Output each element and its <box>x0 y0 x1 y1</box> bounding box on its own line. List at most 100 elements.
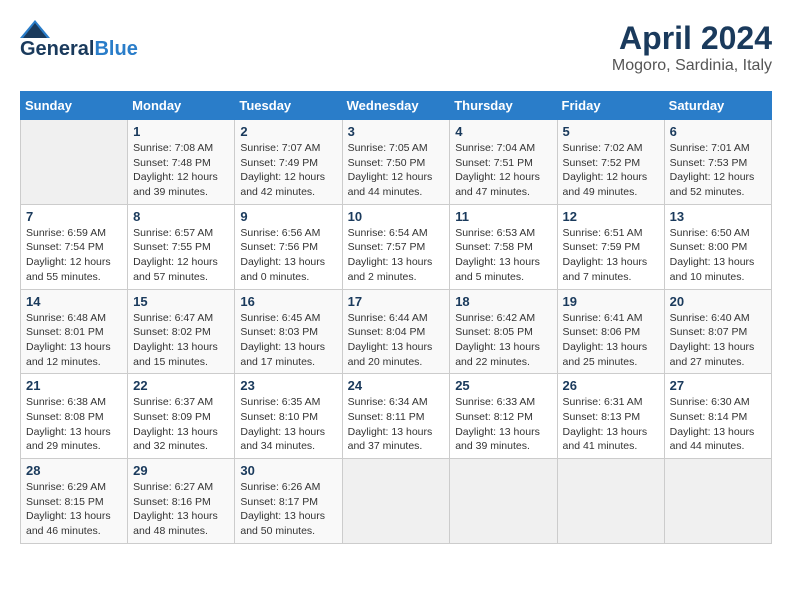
logo-blue: Blue <box>94 38 137 60</box>
calendar-header-row: SundayMondayTuesdayWednesdayThursdayFrid… <box>21 92 772 120</box>
day-number: 10 <box>348 209 445 224</box>
day-info: Sunrise: 6:59 AM Sunset: 7:54 PM Dayligh… <box>26 226 122 285</box>
day-number: 24 <box>348 378 445 393</box>
day-info: Sunrise: 6:50 AM Sunset: 8:00 PM Dayligh… <box>670 226 766 285</box>
day-info: Sunrise: 6:48 AM Sunset: 8:01 PM Dayligh… <box>26 311 122 370</box>
day-number: 30 <box>240 463 336 478</box>
column-header-wednesday: Wednesday <box>342 92 450 120</box>
day-number: 28 <box>26 463 122 478</box>
day-info: Sunrise: 6:45 AM Sunset: 8:03 PM Dayligh… <box>240 311 336 370</box>
day-number: 29 <box>133 463 229 478</box>
day-info: Sunrise: 6:26 AM Sunset: 8:17 PM Dayligh… <box>240 480 336 539</box>
day-number: 15 <box>133 294 229 309</box>
day-number: 19 <box>563 294 659 309</box>
day-number: 22 <box>133 378 229 393</box>
calendar-cell: 1 Sunrise: 7:08 AM Sunset: 7:48 PM Daylig… <box>128 120 235 205</box>
day-info: Sunrise: 7:07 AM Sunset: 7:49 PM Dayligh… <box>240 141 336 200</box>
week-row-3: 14 Sunrise: 6:48 AM Sunset: 8:01 PM Dayli… <box>21 289 772 374</box>
calendar-cell: 21 Sunrise: 6:38 AM Sunset: 8:08 PM Dayli… <box>21 374 128 459</box>
column-header-tuesday: Tuesday <box>235 92 342 120</box>
calendar-cell: 26 Sunrise: 6:31 AM Sunset: 8:13 PM Dayli… <box>557 374 664 459</box>
day-number: 17 <box>348 294 445 309</box>
day-number: 12 <box>563 209 659 224</box>
calendar-cell: 25 Sunrise: 6:33 AM Sunset: 8:12 PM Dayli… <box>450 374 557 459</box>
calendar-cell: 13Sunrise: 6:50 AM Sunset: 8:00 PM Dayli… <box>664 204 771 289</box>
day-info: Sunrise: 6:27 AM Sunset: 8:16 PM Dayligh… <box>133 480 229 539</box>
day-number: 1 <box>133 124 229 139</box>
day-number: 5 <box>563 124 659 139</box>
day-info: Sunrise: 7:02 AM Sunset: 7:52 PM Dayligh… <box>563 141 659 200</box>
day-number: 26 <box>563 378 659 393</box>
calendar-cell <box>21 120 128 205</box>
logo-general: General <box>20 38 94 60</box>
calendar-cell: 29 Sunrise: 6:27 AM Sunset: 8:16 PM Dayli… <box>128 459 235 544</box>
day-number: 16 <box>240 294 336 309</box>
calendar-body: 1 Sunrise: 7:08 AM Sunset: 7:48 PM Daylig… <box>21 120 772 544</box>
week-row-1: 1 Sunrise: 7:08 AM Sunset: 7:48 PM Daylig… <box>21 120 772 205</box>
day-info: Sunrise: 6:31 AM Sunset: 8:13 PM Dayligh… <box>563 395 659 454</box>
calendar-cell: 4Sunrise: 7:04 AM Sunset: 7:51 PM Daylig… <box>450 120 557 205</box>
calendar-cell: 15 Sunrise: 6:47 AM Sunset: 8:02 PM Dayli… <box>128 289 235 374</box>
calendar-cell: 24 Sunrise: 6:34 AM Sunset: 8:11 PM Dayli… <box>342 374 450 459</box>
calendar-cell: 18 Sunrise: 6:42 AM Sunset: 8:05 PM Dayli… <box>450 289 557 374</box>
calendar-cell: 3 Sunrise: 7:05 AM Sunset: 7:50 PM Daylig… <box>342 120 450 205</box>
week-row-5: 28 Sunrise: 6:29 AM Sunset: 8:15 PM Dayli… <box>21 459 772 544</box>
day-number: 4 <box>455 124 551 139</box>
day-number: 14 <box>26 294 122 309</box>
day-number: 18 <box>455 294 551 309</box>
day-info: Sunrise: 7:08 AM Sunset: 7:48 PM Dayligh… <box>133 141 229 200</box>
calendar-cell: 30 Sunrise: 6:26 AM Sunset: 8:17 PM Dayli… <box>235 459 342 544</box>
day-info: Sunrise: 6:42 AM Sunset: 8:05 PM Dayligh… <box>455 311 551 370</box>
calendar-table: SundayMondayTuesdayWednesdayThursdayFrid… <box>20 91 772 544</box>
day-info: Sunrise: 6:53 AM Sunset: 7:58 PM Dayligh… <box>455 226 551 285</box>
calendar-cell: 11Sunrise: 6:53 AM Sunset: 7:58 PM Dayli… <box>450 204 557 289</box>
day-info: Sunrise: 6:37 AM Sunset: 8:09 PM Dayligh… <box>133 395 229 454</box>
column-header-saturday: Saturday <box>664 92 771 120</box>
calendar-cell: 27Sunrise: 6:30 AM Sunset: 8:14 PM Dayli… <box>664 374 771 459</box>
calendar-cell <box>557 459 664 544</box>
calendar-cell: 2 Sunrise: 7:07 AM Sunset: 7:49 PM Daylig… <box>235 120 342 205</box>
day-info: Sunrise: 7:01 AM Sunset: 7:53 PM Dayligh… <box>670 141 766 200</box>
day-info: Sunrise: 6:30 AM Sunset: 8:14 PM Dayligh… <box>670 395 766 454</box>
day-info: Sunrise: 6:33 AM Sunset: 8:12 PM Dayligh… <box>455 395 551 454</box>
day-number: 8 <box>133 209 229 224</box>
calendar-cell <box>342 459 450 544</box>
calendar-cell <box>450 459 557 544</box>
day-info: Sunrise: 6:29 AM Sunset: 8:15 PM Dayligh… <box>26 480 122 539</box>
calendar-cell: 12 Sunrise: 6:51 AM Sunset: 7:59 PM Dayli… <box>557 204 664 289</box>
day-number: 2 <box>240 124 336 139</box>
calendar-cell: 9Sunrise: 6:56 AM Sunset: 7:56 PM Daylig… <box>235 204 342 289</box>
calendar-cell: 14 Sunrise: 6:48 AM Sunset: 8:01 PM Dayli… <box>21 289 128 374</box>
day-number: 25 <box>455 378 551 393</box>
calendar-cell: 10 Sunrise: 6:54 AM Sunset: 7:57 PM Dayli… <box>342 204 450 289</box>
calendar-cell: 6 Sunrise: 7:01 AM Sunset: 7:53 PM Daylig… <box>664 120 771 205</box>
calendar-cell: 19 Sunrise: 6:41 AM Sunset: 8:06 PM Dayli… <box>557 289 664 374</box>
day-number: 23 <box>240 378 336 393</box>
calendar-cell: 20Sunrise: 6:40 AM Sunset: 8:07 PM Dayli… <box>664 289 771 374</box>
calendar-cell: 22 Sunrise: 6:37 AM Sunset: 8:09 PM Dayli… <box>128 374 235 459</box>
calendar-cell: 7Sunrise: 6:59 AM Sunset: 7:54 PM Daylig… <box>21 204 128 289</box>
day-number: 3 <box>348 124 445 139</box>
calendar-cell: 16 Sunrise: 6:45 AM Sunset: 8:03 PM Dayli… <box>235 289 342 374</box>
day-info: Sunrise: 6:51 AM Sunset: 7:59 PM Dayligh… <box>563 226 659 285</box>
week-row-4: 21 Sunrise: 6:38 AM Sunset: 8:08 PM Dayli… <box>21 374 772 459</box>
calendar-cell: 5 Sunrise: 7:02 AM Sunset: 7:52 PM Daylig… <box>557 120 664 205</box>
day-info: Sunrise: 6:57 AM Sunset: 7:55 PM Dayligh… <box>133 226 229 285</box>
day-info: Sunrise: 6:41 AM Sunset: 8:06 PM Dayligh… <box>563 311 659 370</box>
day-info: Sunrise: 6:56 AM Sunset: 7:56 PM Dayligh… <box>240 226 336 285</box>
day-info: Sunrise: 6:47 AM Sunset: 8:02 PM Dayligh… <box>133 311 229 370</box>
day-info: Sunrise: 6:35 AM Sunset: 8:10 PM Dayligh… <box>240 395 336 454</box>
day-info: Sunrise: 6:34 AM Sunset: 8:11 PM Dayligh… <box>348 395 445 454</box>
day-info: Sunrise: 6:38 AM Sunset: 8:08 PM Dayligh… <box>26 395 122 454</box>
calendar-cell: 28 Sunrise: 6:29 AM Sunset: 8:15 PM Dayli… <box>21 459 128 544</box>
logo-icon <box>20 20 50 38</box>
calendar-cell: 17Sunrise: 6:44 AM Sunset: 8:04 PM Dayli… <box>342 289 450 374</box>
calendar-cell <box>664 459 771 544</box>
day-number: 6 <box>670 124 766 139</box>
column-header-monday: Monday <box>128 92 235 120</box>
day-info: Sunrise: 7:05 AM Sunset: 7:50 PM Dayligh… <box>348 141 445 200</box>
day-number: 21 <box>26 378 122 393</box>
column-header-friday: Friday <box>557 92 664 120</box>
column-header-sunday: Sunday <box>21 92 128 120</box>
day-info: Sunrise: 6:54 AM Sunset: 7:57 PM Dayligh… <box>348 226 445 285</box>
